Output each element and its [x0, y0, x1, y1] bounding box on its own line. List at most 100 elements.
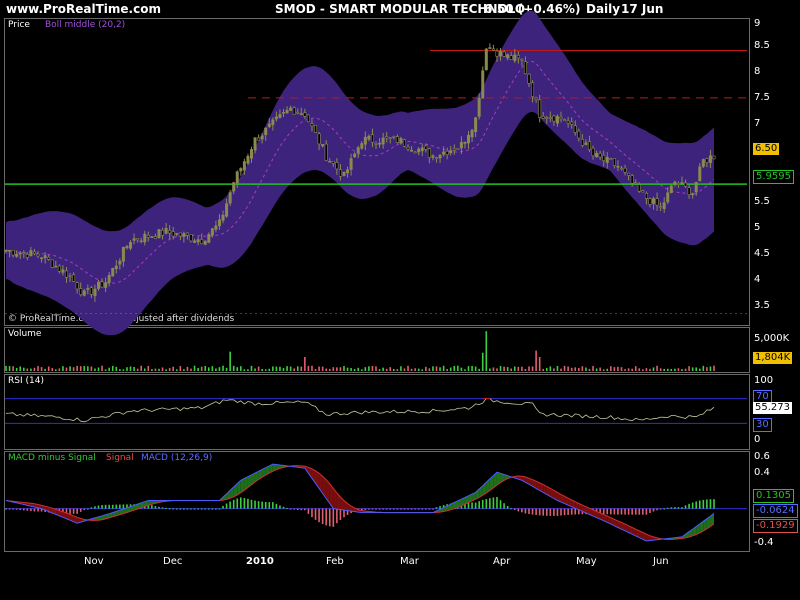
volume-bar: [403, 368, 406, 371]
macd-hist-bar: [172, 508, 175, 510]
macd-hist-bar: [435, 507, 438, 509]
macd-hist-bar: [286, 507, 288, 509]
volume-bar: [446, 368, 448, 371]
volume-bar: [207, 367, 210, 371]
macd-hist-bar: [168, 508, 171, 510]
macd-hist-bar: [151, 505, 153, 509]
candle-body: [64, 270, 68, 278]
candle-body: [50, 259, 54, 268]
volume-bar: [211, 366, 214, 371]
volume-bar: [136, 368, 139, 371]
macd-hist-bar: [289, 508, 292, 510]
candle-body: [559, 116, 563, 120]
macd-hist-bar: [681, 507, 683, 509]
bollinger-band: [6, 10, 714, 336]
candle-body: [370, 134, 374, 143]
volume-bar: [617, 366, 619, 371]
volume-bar: [161, 367, 164, 371]
volume-bar: [570, 367, 573, 371]
macd-hist-bar: [83, 508, 86, 511]
macd-hist-bar: [666, 507, 669, 509]
macd-hist-bar: [471, 502, 473, 509]
candle-body: [452, 148, 456, 151]
macd-hist-bar: [620, 508, 623, 515]
macd-hist-bar: [247, 498, 249, 509]
volume-bar: [471, 365, 473, 371]
macd-hist-bar: [318, 508, 320, 523]
candle-body: [100, 281, 104, 288]
volume-bar: [684, 368, 687, 371]
macd-hist-bar: [513, 508, 516, 511]
volume-bar: [510, 368, 513, 371]
candle-body: [25, 254, 29, 258]
volume-bar: [296, 366, 299, 371]
candle-body: [303, 112, 307, 117]
volume-bar: [72, 367, 75, 371]
volume-bar: [307, 365, 310, 371]
candle-body: [57, 265, 61, 272]
volume-bar: [553, 368, 555, 371]
volume-bar: [286, 366, 288, 371]
volume-bar: [200, 366, 203, 371]
volume-bar: [656, 365, 658, 371]
candle-body: [232, 182, 236, 192]
macd-hist-bar: [531, 508, 534, 515]
macd-hist-bar: [528, 508, 530, 515]
month-label: Apr: [493, 556, 511, 567]
macd-hist-bar: [204, 508, 207, 510]
macd-hist-bar: [161, 507, 164, 509]
volume-bar: [76, 365, 78, 371]
month-label: Mar: [400, 556, 419, 567]
volume-bar: [396, 369, 399, 371]
macd-hist-badge: 0.1305: [753, 489, 794, 503]
macd-hist-bar: [670, 507, 673, 509]
volume-bar: [314, 369, 317, 371]
volume-bar: [5, 365, 7, 371]
volume-bar: [158, 368, 160, 371]
candle-body: [296, 111, 300, 114]
macd-hist-bar: [663, 508, 665, 510]
candle-body: [691, 193, 695, 196]
macd-hist-bar: [364, 508, 367, 511]
volume-bar: [542, 368, 545, 371]
volume-bar: [567, 366, 569, 371]
candle-body: [207, 234, 211, 243]
candle-body: [648, 198, 652, 205]
volume-bar: [670, 368, 673, 371]
volume-bar: [79, 366, 82, 371]
candle-body: [591, 147, 595, 157]
candle-body: [555, 116, 559, 124]
candle-body: [242, 161, 246, 171]
macd-hist-bar: [400, 508, 402, 510]
volume-bar: [357, 367, 360, 371]
volume-bar: [272, 366, 274, 371]
macd-hist-bar: [709, 499, 712, 509]
macd-hist-bar: [332, 508, 335, 527]
candle-body: [214, 225, 218, 230]
candle-body: [338, 169, 342, 177]
macd-hist-bar: [375, 508, 377, 510]
macd-hist-bar: [101, 505, 103, 509]
candle-body: [203, 240, 207, 245]
price-tick: 5.5: [754, 196, 770, 207]
volume-bar: [37, 366, 39, 371]
macd-hist-bar: [225, 503, 228, 509]
candle-body: [200, 239, 204, 245]
macd-hist-bar: [5, 508, 7, 510]
macd-hist-bar: [560, 508, 562, 516]
macd-tick: 0.6: [754, 451, 770, 462]
candle-body: [570, 121, 574, 125]
macd-hist-bar: [563, 508, 566, 516]
volume-bar: [339, 367, 342, 371]
macd-hist-bar: [542, 508, 545, 516]
macd-hist-bar: [567, 508, 569, 515]
volume-bar: [481, 352, 484, 371]
volume-bar: [104, 369, 107, 371]
volume-bar: [489, 368, 491, 371]
volume-bar: [392, 368, 395, 371]
volume-bar: [264, 369, 267, 371]
macd-badge: -0.0624: [753, 504, 798, 518]
volume-bar: [467, 366, 470, 371]
macd-hist-bar: [304, 508, 306, 511]
volume-bar: [293, 368, 295, 371]
